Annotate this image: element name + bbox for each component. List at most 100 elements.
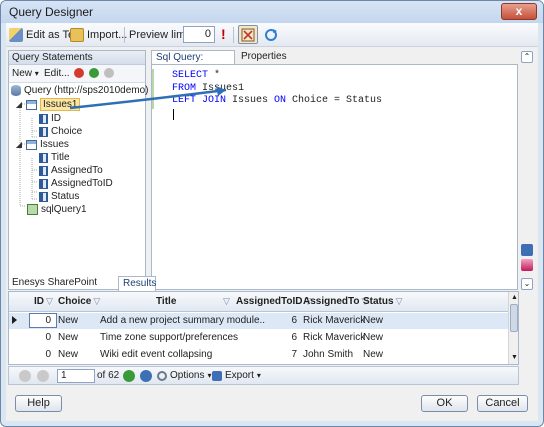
sql-text: Choice = Status bbox=[286, 95, 383, 106]
tree-node-issues-label: Issues bbox=[40, 139, 69, 150]
tab-enesys-sharepoint-query[interactable]: Enesys SharePoint Query bbox=[8, 276, 116, 302]
tab-results[interactable]: Results bbox=[118, 276, 156, 291]
run-query-toggle-button[interactable] bbox=[238, 25, 258, 44]
first-page-icon[interactable] bbox=[19, 370, 31, 382]
filter-icon[interactable]: ▽ bbox=[396, 296, 403, 307]
tree-field-assignedto[interactable]: AssignedTo bbox=[39, 164, 103, 177]
table-icon bbox=[26, 139, 37, 150]
collapse-editor-button[interactable]: ⌃ bbox=[521, 51, 533, 63]
column-header-label: Status bbox=[363, 296, 394, 307]
column-header-label: AssignedTo bbox=[303, 296, 360, 307]
eraser-icon[interactable] bbox=[521, 259, 533, 271]
tree-field-status[interactable]: Status bbox=[39, 190, 79, 203]
previous-page-icon[interactable] bbox=[37, 370, 49, 382]
filter-icon[interactable]: ▽ bbox=[93, 296, 100, 307]
toolbar-separator bbox=[233, 27, 234, 43]
gear-icon bbox=[157, 370, 167, 381]
delete-icon[interactable] bbox=[74, 68, 84, 78]
next-page-icon[interactable] bbox=[123, 370, 135, 382]
tree-node-issues[interactable]: ◢ Issues bbox=[15, 138, 69, 151]
close-button[interactable]: x bbox=[501, 3, 537, 20]
tree-field-id[interactable]: ID bbox=[39, 112, 61, 125]
tree-field-label: Title bbox=[51, 152, 70, 163]
disabled-action-icon[interactable] bbox=[104, 68, 114, 78]
expand-results-button[interactable]: ⌄ bbox=[521, 278, 533, 290]
chevron-down-icon: ▾ bbox=[256, 371, 261, 380]
cell-choice: New bbox=[58, 315, 79, 326]
new-button[interactable]: New ▾ bbox=[12, 68, 39, 79]
query-icon bbox=[27, 204, 38, 215]
scroll-up-icon[interactable]: ▲ bbox=[511, 294, 518, 301]
dialog-footer: Help OK Cancel bbox=[6, 387, 538, 421]
title-bar[interactable]: Query Designer x bbox=[1, 1, 543, 23]
column-header-label: Choice bbox=[58, 296, 92, 307]
tree-field-choice[interactable]: Choice bbox=[39, 125, 82, 138]
column-header-id[interactable]: ID ▽ bbox=[34, 296, 53, 307]
export-dropdown[interactable]: Export ▾ bbox=[212, 370, 261, 381]
cell-choice: New bbox=[58, 349, 79, 360]
table-icon bbox=[26, 99, 37, 110]
ok-button[interactable]: OK bbox=[421, 395, 468, 412]
window-title: Query Designer bbox=[9, 5, 94, 19]
move-down-icon[interactable] bbox=[89, 68, 99, 78]
results-grid: ID ▽ Choice ▽ Title ▽ AssignedToID ▽ Assign… bbox=[8, 291, 519, 365]
cell-choice: New bbox=[58, 332, 79, 343]
column-header-assignedtoid[interactable]: AssignedToID ▽ bbox=[236, 296, 311, 307]
column-header-label: ID bbox=[34, 296, 44, 307]
column-icon bbox=[39, 113, 48, 124]
sql-keyword: ON bbox=[274, 95, 287, 106]
filter-icon[interactable]: ▽ bbox=[223, 296, 230, 307]
title-filter[interactable]: ▽ bbox=[223, 296, 230, 307]
column-icon bbox=[39, 191, 48, 202]
cell-id: 0 bbox=[45, 332, 51, 343]
warning-icon: ! bbox=[221, 26, 226, 42]
collapse-icon[interactable]: ◢ bbox=[15, 100, 23, 109]
query-statements-header: Query Statements bbox=[9, 51, 145, 65]
column-icon bbox=[39, 152, 48, 163]
current-row-indicator-icon bbox=[12, 316, 17, 324]
cell-assignedto: Rick Maverick bbox=[303, 332, 366, 343]
table-row[interactable]: 0 New Add a new project summary module..… bbox=[9, 313, 518, 329]
edit-text-icon bbox=[9, 28, 23, 42]
tree-field-label: Status bbox=[51, 191, 80, 202]
drag-arrow bbox=[69, 86, 227, 110]
cell-title: Wiki edit event collapsing bbox=[100, 349, 213, 360]
tree-node-sqlquery1[interactable]: sqlQuery1 bbox=[27, 203, 87, 216]
refresh-button[interactable] bbox=[262, 26, 280, 44]
column-header-assignedto[interactable]: AssignedTo ▽ bbox=[303, 296, 368, 307]
table-row[interactable]: 0 New Wiki edit event collapsing 7 John … bbox=[9, 347, 518, 363]
cell-id: 0 bbox=[45, 349, 51, 360]
new-dropdown-icon: ▾ bbox=[34, 69, 39, 78]
folder-icon bbox=[70, 28, 84, 42]
tab-properties[interactable]: Properties bbox=[237, 50, 297, 65]
import-button[interactable]: Import... bbox=[70, 27, 127, 43]
help-button[interactable]: Help bbox=[15, 395, 62, 412]
column-header-title[interactable]: Title bbox=[156, 296, 176, 307]
toolbar-separator bbox=[124, 27, 125, 43]
column-header-choice[interactable]: Choice ▽ bbox=[58, 296, 100, 307]
layout-icon[interactable] bbox=[521, 244, 533, 256]
page-number-input[interactable]: 1 bbox=[57, 369, 95, 383]
column-header-status[interactable]: Status ▽ bbox=[363, 296, 402, 307]
cancel-button[interactable]: Cancel bbox=[477, 395, 528, 412]
table-row[interactable]: 0 New Time zone support/preferences 6 Ri… bbox=[9, 330, 518, 346]
filter-icon[interactable]: ▽ bbox=[46, 296, 53, 307]
tab-sql-query[interactable]: Sql Query: sqlQuery1 bbox=[151, 50, 235, 77]
collapse-icon[interactable]: ◢ bbox=[15, 140, 23, 149]
new-label: New bbox=[12, 68, 33, 79]
column-header-label: Title bbox=[156, 296, 177, 307]
preview-limit-input[interactable]: 0 bbox=[183, 26, 215, 43]
cell-assignedtoid: 6 bbox=[291, 332, 297, 343]
scroll-thumb[interactable] bbox=[510, 304, 518, 332]
main-toolbar: Edit as Text Import... Preview limit: 0 … bbox=[6, 23, 538, 47]
page-count-label: of 62 bbox=[97, 370, 120, 381]
last-page-icon[interactable] bbox=[140, 370, 152, 382]
tree-field-title[interactable]: Title bbox=[39, 151, 70, 164]
results-scrollbar[interactable]: ▲ ▼ bbox=[508, 292, 518, 364]
scroll-down-icon[interactable]: ▼ bbox=[511, 354, 518, 361]
import-label: Import... bbox=[87, 29, 128, 41]
grid-header: ID ▽ Choice ▽ Title ▽ AssignedToID ▽ Assign… bbox=[9, 292, 518, 312]
tree-field-assignedtoid[interactable]: AssignedToID bbox=[39, 177, 113, 190]
options-dropdown[interactable]: Options ▾ bbox=[157, 370, 211, 381]
options-label: Options bbox=[170, 370, 205, 381]
